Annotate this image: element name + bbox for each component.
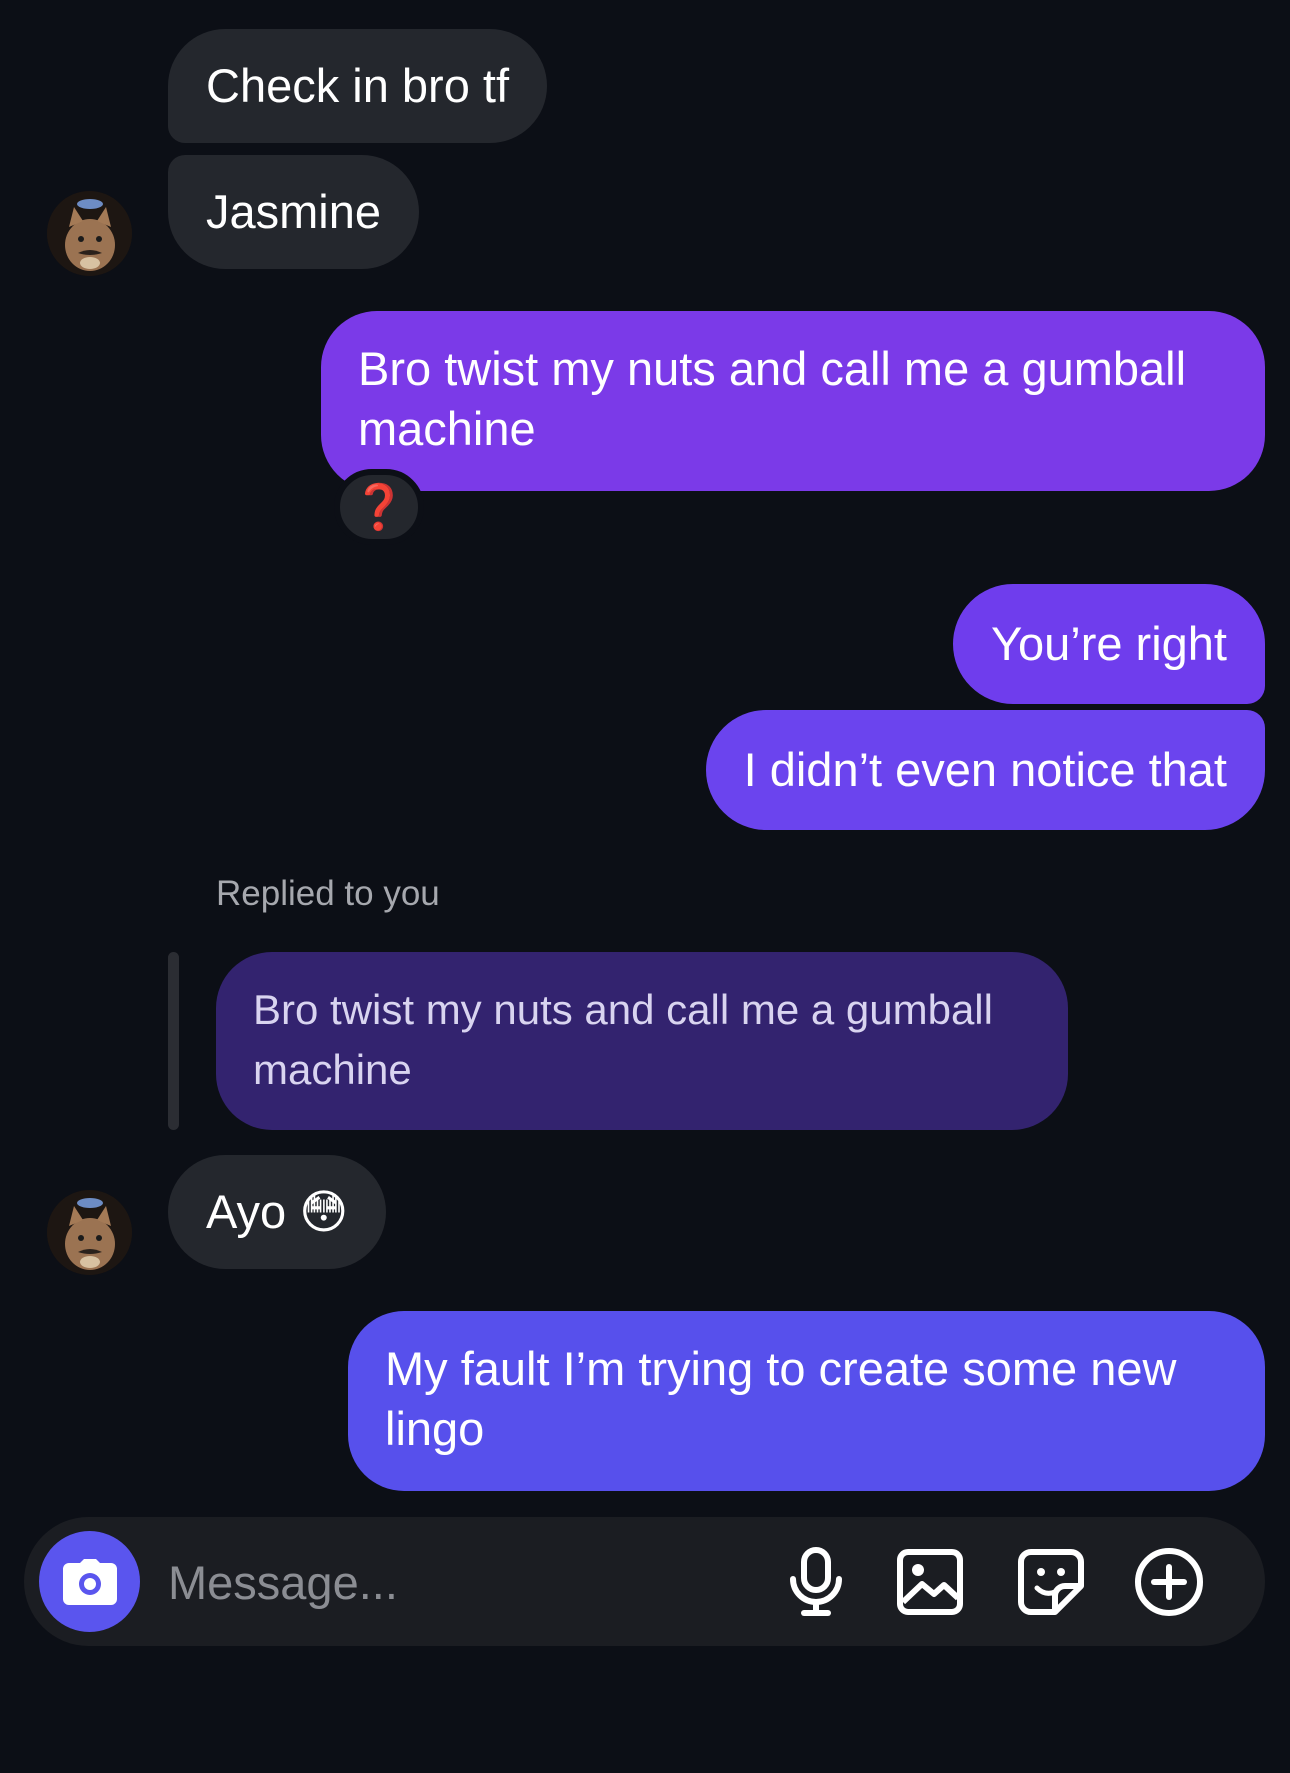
sticker-icon — [1018, 1549, 1084, 1615]
avatar[interactable] — [47, 1190, 132, 1275]
microphone-button[interactable] — [778, 1544, 854, 1620]
outgoing-message[interactable]: Bro twist my nuts and call me a gumball … — [321, 311, 1265, 491]
incoming-message[interactable]: Check in bro tf — [168, 29, 548, 143]
message-input[interactable] — [168, 1547, 748, 1617]
outgoing-message[interactable]: My fault I’m trying to create some new l… — [348, 1311, 1265, 1491]
gallery-icon — [897, 1549, 963, 1615]
avatar[interactable] — [47, 191, 132, 276]
reply-indicator-line — [168, 952, 179, 1130]
more-options-button[interactable] — [1131, 1544, 1207, 1620]
camera-button[interactable] — [39, 1531, 140, 1632]
chat-screen: Check in bro tf Jasmine Bro twist my nut… — [0, 0, 1290, 1773]
quoted-reply-message[interactable]: Bro twist my nuts and call me a gumball … — [216, 952, 1068, 1130]
microphone-icon — [790, 1547, 842, 1616]
sticker-button[interactable] — [1013, 1544, 1089, 1620]
message-composer — [24, 1517, 1265, 1646]
reaction-question-mark-icon[interactable]: ❓ — [334, 469, 424, 545]
camera-icon — [62, 1558, 117, 1605]
outgoing-message[interactable]: I didn’t even notice that — [705, 710, 1265, 830]
outgoing-message[interactable]: You’re right — [952, 584, 1265, 704]
plus-icon — [1135, 1548, 1203, 1616]
incoming-message[interactable]: Ayo 😳 — [168, 1155, 387, 1269]
incoming-message[interactable]: Jasmine — [168, 155, 420, 269]
gallery-button[interactable] — [892, 1544, 968, 1620]
reply-label: Replied to you — [216, 874, 440, 913]
